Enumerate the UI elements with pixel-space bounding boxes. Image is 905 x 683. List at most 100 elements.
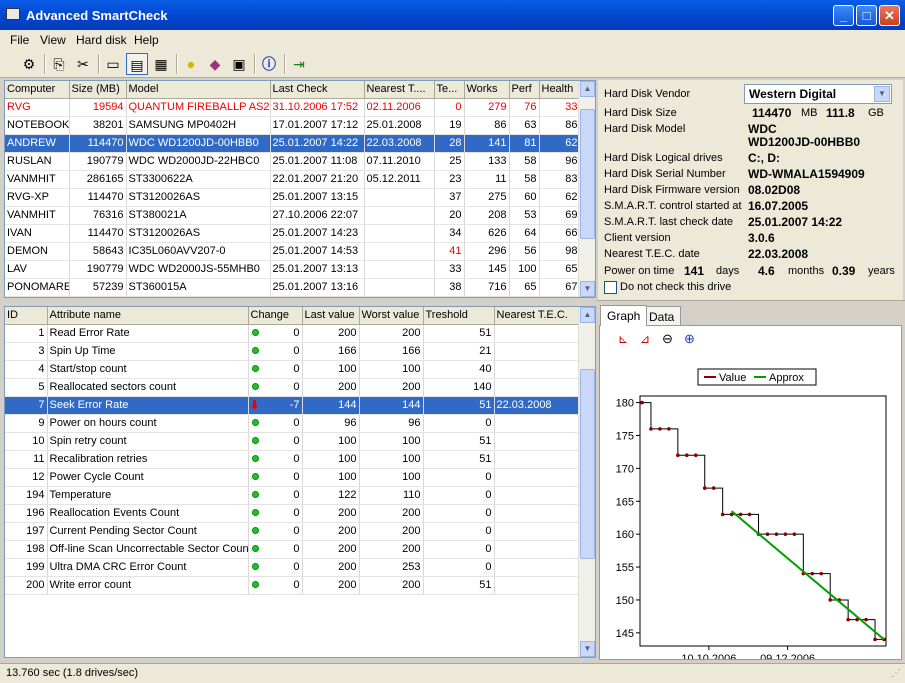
drives-col-header[interactable]: Perf: [509, 81, 540, 99]
drive-cell-nt: [364, 188, 435, 207]
attr-col-header[interactable]: Nearest T.E.C.: [494, 307, 581, 325]
copy-icon[interactable]: ⎘: [48, 53, 70, 75]
export-icon[interactable]: ▣: [228, 53, 250, 75]
delete-icon[interactable]: ✂: [72, 53, 94, 75]
attribute-row[interactable]: 11 Recalibration retries 0 100 100 51: [5, 450, 581, 469]
drive-row[interactable]: RVG 19594 QUANTUM FIREBALLP AS20 31.10.2006…: [5, 98, 581, 117]
attr-col-header[interactable]: Last value: [302, 307, 360, 325]
change-value: -7: [289, 399, 300, 411]
drive-row[interactable]: NOTEBOOK 38201 SAMSUNG MP0402H 17.01.2007 1…: [5, 116, 581, 135]
drive-row[interactable]: VANMHIT 76316 ST380021A 27.10.2006 22:07 20 2…: [5, 206, 581, 225]
scroll-up-icon[interactable]: ▲: [580, 81, 595, 97]
attributes-scrollbar[interactable]: ▲ ▼: [578, 307, 595, 657]
menu-file[interactable]: File: [10, 33, 29, 47]
vendor-select[interactable]: Western Digital ▼: [744, 84, 892, 104]
drives-col-header[interactable]: Model: [126, 81, 271, 99]
drive-row[interactable]: RUSLAN 190779 WDC WD2000JD-22HBC0 25.01.200…: [5, 152, 581, 171]
attr-cell-wv: 100: [359, 432, 424, 451]
chart-line-icon[interactable]: ⊾: [618, 332, 638, 350]
attr-cell-id: 4: [5, 360, 48, 379]
tab-graph[interactable]: Graph: [600, 305, 648, 326]
attribute-row[interactable]: 194 Temperature 0 122 110 0: [5, 486, 581, 505]
attr-cell-n: Spin Up Time: [47, 342, 249, 361]
attribute-row[interactable]: 12 Power Cycle Count 0 100 100 0: [5, 468, 581, 487]
attr-cell-nt: [494, 540, 581, 559]
drive-cell-nt: 07.11.2010: [364, 152, 435, 171]
help-book-icon[interactable]: ◆: [204, 53, 226, 75]
drive-cell-h: 33: [539, 98, 581, 117]
zoom-in-icon[interactable]: ⊕: [684, 331, 704, 349]
attr-col-header[interactable]: ID: [5, 307, 48, 325]
attr-cell-n: Seek Error Rate: [47, 396, 249, 415]
nocheck-checkbox[interactable]: [604, 281, 617, 294]
attribute-row[interactable]: 1 Read Error Rate 0 200 200 51: [5, 324, 581, 343]
attribute-row[interactable]: 10 Spin retry count 0 100 100 51: [5, 432, 581, 451]
attr-col-header[interactable]: Attribute name: [47, 307, 249, 325]
scroll-down-icon[interactable]: ▼: [580, 641, 595, 657]
info-icon[interactable]: ⓘ: [258, 53, 280, 75]
attr-cell-t: 0: [423, 522, 495, 541]
maximize-button[interactable]: □: [856, 5, 877, 26]
drives-col-header[interactable]: Last Check: [270, 81, 365, 99]
attribute-row[interactable]: 198 Off-line Scan Uncorrectable Sector Co…: [5, 540, 581, 559]
menu-help[interactable]: Help: [134, 33, 159, 47]
attribute-row[interactable]: 4 Start/stop count 0 100 100 40: [5, 360, 581, 379]
scroll-down-icon[interactable]: ▼: [580, 281, 595, 297]
drive-row[interactable]: VANMHIT 286165 ST3300622A 22.01.2007 21:20 0…: [5, 170, 581, 189]
drives-col-header[interactable]: Size (MB): [69, 81, 127, 99]
attr-cell-n: Temperature: [47, 486, 249, 505]
status-ok-icon: [251, 490, 259, 498]
value-point: [828, 598, 833, 602]
minimize-button[interactable]: _: [833, 5, 854, 26]
tab-data[interactable]: Data: [642, 306, 682, 326]
drive-row[interactable]: ANDREW 114470 WDC WD1200JD-00HBB0 25.01.200…: [5, 134, 581, 153]
drive-cell-p: 63: [509, 116, 540, 135]
attribute-row[interactable]: 199 Ultra DMA CRC Error Count 0 200 253 0: [5, 558, 581, 577]
value-point: [640, 400, 644, 405]
view-grid-icon[interactable]: ▦: [150, 53, 172, 75]
attribute-row[interactable]: 3 Spin Up Time 0 166 166 21: [5, 342, 581, 361]
drive-row[interactable]: DEMON 58643 IC35L060AVV207-0 25.01.2007 14:…: [5, 242, 581, 261]
splitter[interactable]: [597, 300, 905, 303]
toolbar: ⚙ ⎘ ✂ ▭ ▤ ▦ ● ◆ ▣ ⓘ ⇥: [0, 50, 905, 78]
drives-col-header[interactable]: Te...: [434, 81, 465, 99]
attribute-row[interactable]: 200 Write error count 0 200 200 51: [5, 576, 581, 595]
attribute-row[interactable]: 196 Reallocation Events Count 0 200 200 0: [5, 504, 581, 523]
attribute-row[interactable]: 197 Current Pending Sector Count 0 200 200 0: [5, 522, 581, 541]
drive-row[interactable]: LAV 190779 WDC WD2000JS-55MHB0 25.01.2007 1…: [5, 260, 581, 279]
attribute-row[interactable]: 9 Power on hours count 0 96 96 0: [5, 414, 581, 433]
drives-col-header[interactable]: Health: [539, 81, 581, 99]
chart-approx-icon[interactable]: ⊿: [640, 332, 660, 350]
drive-cell-te: 19: [434, 116, 465, 135]
attr-col-header[interactable]: Worst value: [359, 307, 424, 325]
drives-col-header[interactable]: Works: [464, 81, 510, 99]
exit-icon[interactable]: ⇥: [288, 53, 310, 75]
scan-network-icon[interactable]: ⚙: [18, 53, 40, 75]
menu-hard-disk[interactable]: Hard disk: [76, 33, 127, 47]
attr-col-header[interactable]: Change: [248, 307, 303, 325]
drive-cell-m: ST380021A: [126, 206, 271, 225]
tip-bulb-icon[interactable]: ●: [180, 53, 202, 75]
scroll-up-icon[interactable]: ▲: [580, 307, 595, 323]
view-split-icon[interactable]: ▤: [126, 53, 148, 75]
resize-grip-icon[interactable]: ⋰: [891, 668, 901, 679]
drives-col-header[interactable]: Computer: [5, 81, 70, 99]
drive-row[interactable]: RVG-XP 114470 ST3120026AS 25.01.2007 13:15 3…: [5, 188, 581, 207]
zoom-out-icon[interactable]: ⊖: [662, 331, 682, 349]
chevron-down-icon[interactable]: ▼: [874, 86, 890, 102]
drives-col-header[interactable]: Nearest T....: [364, 81, 435, 99]
drive-row[interactable]: IVAN 114470 ST3120026AS 25.01.2007 14:23 34 6…: [5, 224, 581, 243]
drives-scrollbar[interactable]: ▲ ▼: [578, 81, 595, 297]
attribute-row[interactable]: 7 Seek Error Rate ⬇ -7 144 144 51 22.03.2008: [5, 396, 581, 415]
drive-cell-te: 33: [434, 260, 465, 279]
attr-col-header[interactable]: Treshold: [423, 307, 495, 325]
drive-cell-m: ST3120026AS: [126, 224, 271, 243]
drive-row[interactable]: PONOMARE 57239 ST360015A 25.01.2007 13:16 38…: [5, 278, 581, 297]
attribute-row[interactable]: 5 Reallocated sectors count 0 200 200 140: [5, 378, 581, 397]
value-point: [693, 453, 698, 458]
drive-cell-m: WDC WD2000JD-22HBC0: [126, 152, 271, 171]
menu-view[interactable]: View: [40, 33, 66, 47]
status-ok-icon: [251, 508, 259, 516]
view-list-icon[interactable]: ▭: [102, 53, 124, 75]
close-button[interactable]: ✕: [879, 5, 900, 26]
